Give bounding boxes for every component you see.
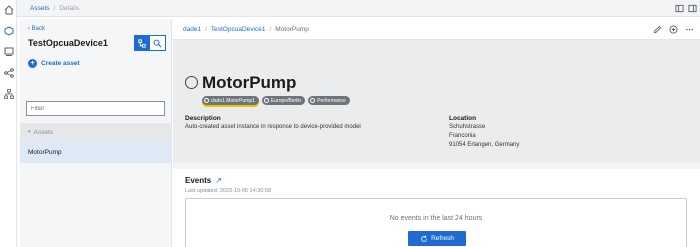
- breadcrumb-separator: /: [269, 25, 272, 33]
- asset-details: dade1 / TestOpcuaDevice1 / MotorPump Mot…: [173, 19, 700, 247]
- breadcrumb-tenant[interactable]: dade1: [183, 26, 201, 33]
- location-city: 91054 Erlangen, Germany: [449, 142, 520, 148]
- page-title: MotorPump: [202, 73, 297, 92]
- create-asset-label: Create asset: [41, 60, 80, 67]
- tag-timezone: Europe/Berlin: [261, 96, 306, 105]
- breadcrumb-current: MotorPump: [275, 25, 309, 33]
- assets-icon[interactable]: [1, 23, 16, 38]
- add-icon: +: [28, 59, 37, 68]
- refresh-button[interactable]: Refresh: [408, 231, 466, 246]
- breadcrumb-separator: /: [53, 4, 56, 12]
- location-region: Franconia: [449, 133, 476, 139]
- asset-type-icon: [185, 76, 198, 89]
- edit-icon[interactable]: [652, 24, 662, 34]
- tree-view-icon: [137, 38, 146, 48]
- empty-state-text: No events in the last 24 hours: [389, 215, 483, 222]
- asset-header: MotorPump dade1.MotorPump1 Europe/Berlin…: [173, 40, 700, 163]
- breadcrumb-assets[interactable]: Assets: [30, 5, 50, 12]
- device-title: TestOpcuaDevice1: [28, 38, 108, 48]
- tree-view-button[interactable]: [134, 35, 150, 51]
- chevron-down-icon: ▾: [28, 129, 31, 135]
- id-icon: [204, 98, 209, 103]
- list-item[interactable]: MotorPump: [20, 141, 172, 163]
- events-panel: No events in the last 24 hours Refresh: [185, 198, 687, 247]
- asset-tags: dade1.MotorPump1 Europe/Berlin Performan…: [202, 96, 350, 105]
- share-icon[interactable]: [2, 66, 15, 79]
- panel-toggle-icon[interactable]: [674, 3, 684, 13]
- breadcrumb-separator: /: [205, 25, 207, 33]
- app-rail: [0, 0, 17, 247]
- events-heading: Events: [185, 176, 212, 185]
- tag-type: Performance: [308, 96, 350, 105]
- tag-asset-id: dade1.MotorPump1: [202, 96, 259, 105]
- location-street: Schuhstrasse: [449, 124, 486, 130]
- view-toggle: [134, 35, 166, 51]
- description-text: Auto-created asset instance in response …: [185, 124, 361, 130]
- breadcrumb-device[interactable]: TestOpcuaDevice1: [211, 26, 266, 33]
- refresh-icon: [421, 235, 427, 242]
- link-icon[interactable]: ↗: [215, 176, 222, 185]
- analytics-icon[interactable]: [2, 45, 15, 58]
- last-updated: Last updated: 2023-10-06 14:30:58: [185, 188, 271, 194]
- assets-group-label: Assets: [33, 128, 54, 136]
- asset-navigator: ‹ Back TestOpcuaDevice1 + Create asset ▾…: [20, 19, 172, 247]
- tag-label: Performance: [317, 97, 346, 104]
- tag-label: Europe/Berlin: [270, 97, 302, 104]
- search-button[interactable]: [150, 35, 166, 51]
- search-icon: [153, 39, 162, 47]
- globe-icon: [263, 98, 269, 103]
- top-bar: Assets / Details: [17, 0, 700, 17]
- filter-input[interactable]: [26, 101, 165, 116]
- more-icon[interactable]: [684, 24, 694, 34]
- type-icon: [310, 98, 316, 103]
- home-icon[interactable]: [2, 3, 15, 16]
- create-asset-button[interactable]: + Create asset: [28, 59, 80, 68]
- assets-group-header[interactable]: ▾ Assets: [20, 123, 172, 141]
- events-section: Events ↗ Last updated: 2023-10-06 14:30:…: [173, 169, 700, 247]
- asset-breadcrumb: dade1 / TestOpcuaDevice1 / MotorPump: [173, 19, 700, 40]
- tag-label: dade1.MotorPump1: [211, 97, 255, 104]
- asset-item-label: MotorPump: [28, 148, 62, 156]
- hierarchy-icon[interactable]: [2, 87, 15, 100]
- breadcrumb-details: Details: [59, 4, 80, 12]
- events-heading-row: Events ↗: [185, 176, 222, 185]
- location-heading: Location: [449, 115, 477, 122]
- add-icon[interactable]: [668, 24, 678, 34]
- back-link[interactable]: ‹ Back: [28, 26, 45, 32]
- layout-toggle-icon[interactable]: [687, 3, 697, 13]
- refresh-label: Refresh: [431, 235, 454, 242]
- description-heading: Description: [185, 115, 221, 122]
- chevron-left-icon: ‹: [28, 26, 30, 32]
- back-label: Back: [31, 26, 46, 32]
